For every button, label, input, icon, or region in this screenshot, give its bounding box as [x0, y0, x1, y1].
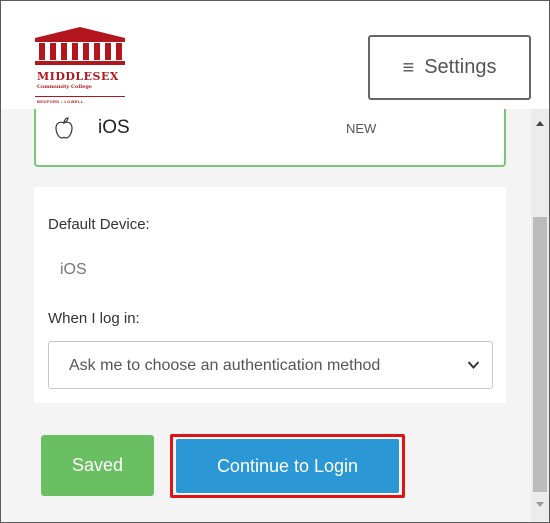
saved-button[interactable]: Saved: [41, 435, 154, 496]
device-settings-panel: Default Device: iOS When I log in: Ask m…: [34, 187, 506, 403]
scroll-content: iOS NEW Default Device: iOS When I log i…: [1, 109, 531, 522]
login-behavior-label: When I log in:: [48, 310, 140, 327]
continue-to-login-button[interactable]: Continue to Login: [176, 439, 399, 493]
device-name: iOS: [98, 117, 130, 138]
hamburger-menu-icon: ≡: [402, 56, 415, 79]
middlesex-logo: MIDDLESEX Community College BEDFORD • LO…: [33, 24, 128, 106]
chevron-down-icon: [467, 361, 480, 369]
device-card[interactable]: iOS NEW: [34, 109, 506, 167]
settings-button[interactable]: ≡ Settings: [368, 35, 531, 100]
logo-location: BEDFORD • LOWELL: [37, 99, 84, 104]
scroll-up-arrow-icon[interactable]: [535, 119, 545, 127]
default-device-value: iOS: [60, 261, 87, 278]
header: MIDDLESEX Community College BEDFORD • LO…: [1, 1, 549, 109]
login-method-select[interactable]: Ask me to choose an authentication metho…: [48, 341, 493, 389]
duo-prompt-frame: MIDDLESEX Community College BEDFORD • LO…: [0, 0, 550, 523]
logo-subtitle: Community College: [37, 84, 92, 90]
college-logo-icon: [35, 27, 125, 97]
scroll-down-arrow-icon[interactable]: [535, 501, 545, 509]
vertical-scrollbar[interactable]: [531, 109, 549, 522]
scrollbar-thumb[interactable]: [533, 217, 547, 492]
new-badge: NEW: [346, 121, 377, 136]
login-method-selected: Ask me to choose an authentication metho…: [69, 357, 381, 374]
default-device-label: Default Device:: [48, 216, 150, 233]
logo-name: MIDDLESEX: [37, 70, 119, 83]
settings-button-label: Settings: [424, 56, 497, 78]
apple-icon: [55, 117, 73, 139]
